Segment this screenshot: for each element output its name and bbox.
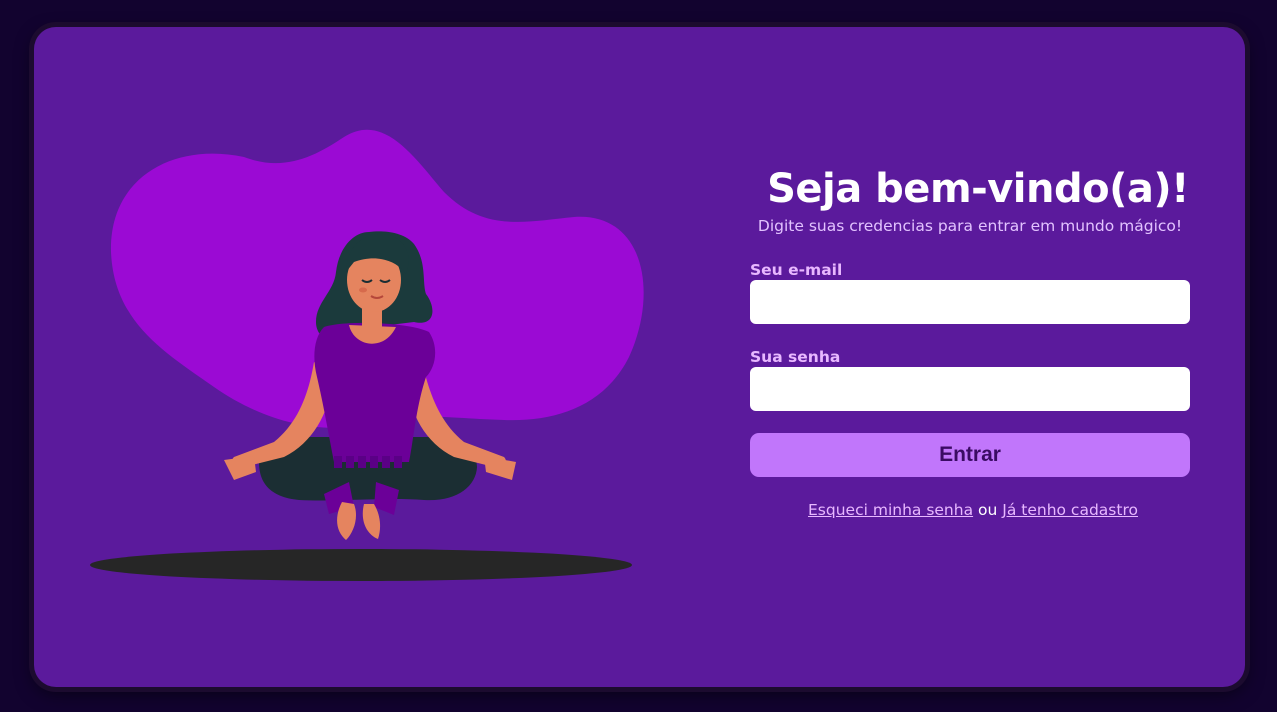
auth-links: Esqueci minha senha ou Já tenho cadastro <box>753 501 1193 519</box>
already-registered-link[interactable]: Já tenho cadastro <box>1002 501 1138 519</box>
login-form: Seja bem-vindo(a)! Digite suas credencia… <box>750 167 1190 519</box>
ground-shadow <box>90 549 632 581</box>
page-subtitle: Digite suas credencias para entrar em mu… <box>757 217 1183 235</box>
email-field[interactable] <box>750 280 1190 324</box>
page-title: Seja bem-vindo(a)! <box>767 166 1189 212</box>
password-field[interactable] <box>750 367 1190 411</box>
login-button[interactable]: Entrar <box>750 433 1190 477</box>
password-label: Sua senha <box>750 348 841 366</box>
email-label: Seu e-mail <box>750 261 843 279</box>
links-separator: ou <box>978 501 998 519</box>
login-card: Seja bem-vindo(a)! Digite suas credencia… <box>34 27 1245 687</box>
forgot-password-link[interactable]: Esqueci minha senha <box>808 501 973 519</box>
meditation-illustration <box>90 129 644 581</box>
